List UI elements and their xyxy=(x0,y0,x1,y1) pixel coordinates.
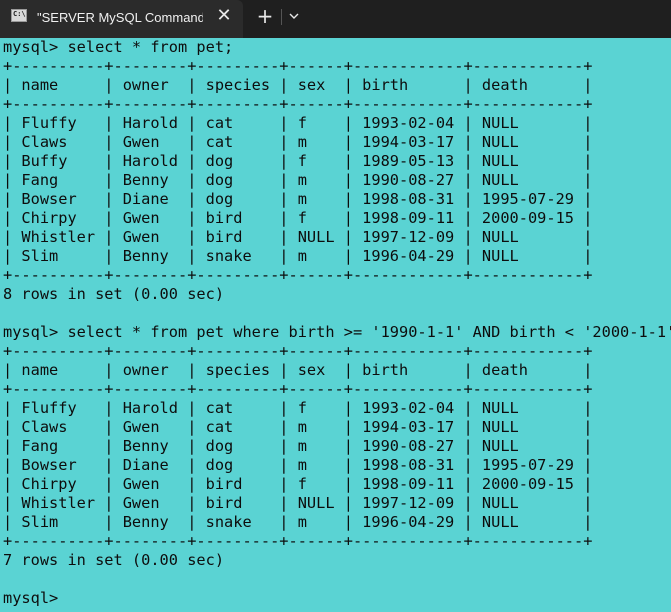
table-row: | Fang | Benny | dog | m | 1990-08-27 | … xyxy=(3,171,593,189)
command-line: mysql> select * from pet where birth >= … xyxy=(3,323,671,341)
titlebar-divider xyxy=(281,9,282,25)
table-row: | Whistler | Gwen | bird | NULL | 1997-1… xyxy=(3,494,593,512)
table-row: | Chirpy | Gwen | bird | f | 1998-09-11 … xyxy=(3,475,593,493)
tab-title: "SERVER MySQL Command Co xyxy=(37,10,203,25)
table-row: | Bowser | Diane | dog | m | 1998-08-31 … xyxy=(3,456,593,474)
table-row: | Fluffy | Harold | cat | f | 1993-02-04… xyxy=(3,399,593,417)
chevron-down-icon xyxy=(289,13,299,19)
table-border: +----------+--------+---------+------+--… xyxy=(3,342,593,360)
table-row: | Claws | Gwen | cat | m | 1994-03-17 | … xyxy=(3,133,593,151)
table-row: | Claws | Gwen | cat | m | 1994-03-17 | … xyxy=(3,418,593,436)
table-row: | Bowser | Diane | dog | m | 1998-08-31 … xyxy=(3,190,593,208)
new-tab-button[interactable]: + xyxy=(255,5,275,27)
table-border: +----------+--------+---------+------+--… xyxy=(3,380,593,398)
table-row: | Chirpy | Gwen | bird | f | 1998-09-11 … xyxy=(3,209,593,227)
table-row: | Fluffy | Harold | cat | f | 1993-02-04… xyxy=(3,114,593,132)
terminal-tab[interactable]: C:\ "SERVER MySQL Command Co ✕ xyxy=(0,0,243,38)
table-row: | Buffy | Harold | dog | f | 1989-05-13 … xyxy=(3,152,593,170)
output-line: 8 rows in set (0.00 sec) xyxy=(3,285,225,303)
title-bar: C:\ "SERVER MySQL Command Co ✕ + xyxy=(0,0,671,38)
terminal-output[interactable]: mysql> select * from pet; +----------+---… xyxy=(0,38,671,612)
table-border: +----------+--------+---------+------+--… xyxy=(3,95,593,113)
command-line: mysql> select * from pet; xyxy=(3,38,234,56)
table-row: | Whistler | Gwen | bird | NULL | 1997-1… xyxy=(3,228,593,246)
table-row: | name | owner | species | sex | birth |… xyxy=(3,76,593,94)
table-border: +----------+--------+---------+------+--… xyxy=(3,266,593,284)
output-line: 7 rows in set (0.00 sec) xyxy=(3,551,225,569)
dropdown-button[interactable] xyxy=(286,7,302,25)
table-row: | Fang | Benny | dog | m | 1990-08-27 | … xyxy=(3,437,593,455)
console-icon: C:\ xyxy=(11,9,27,22)
command-line: mysql> xyxy=(3,589,59,607)
table-border: +----------+--------+---------+------+--… xyxy=(3,532,593,550)
table-row: | name | owner | species | sex | birth |… xyxy=(3,361,593,379)
table-row: | Slim | Benny | snake | m | 1996-04-29 … xyxy=(3,513,593,531)
table-border: +----------+--------+---------+------+--… xyxy=(3,57,593,75)
table-row: | Slim | Benny | snake | m | 1996-04-29 … xyxy=(3,247,593,265)
close-tab-button[interactable]: ✕ xyxy=(214,6,234,26)
